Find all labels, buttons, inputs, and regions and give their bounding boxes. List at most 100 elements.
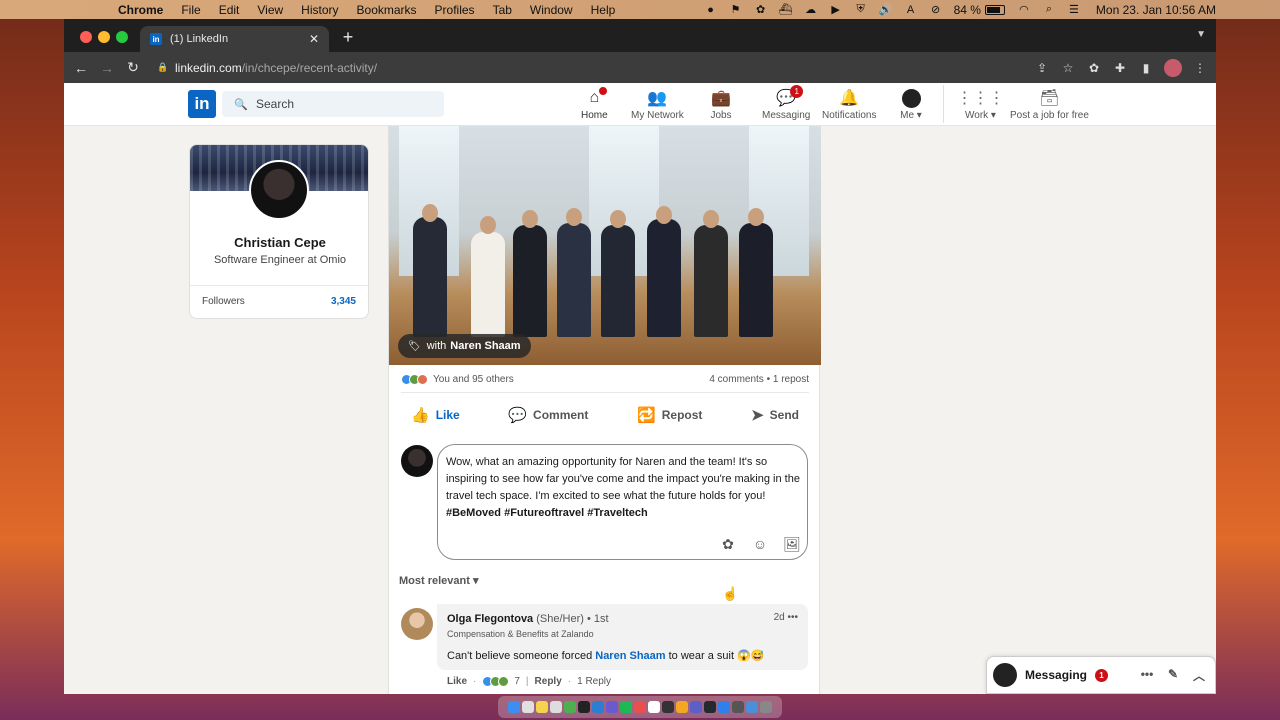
menu-bookmarks[interactable]: Bookmarks [357, 3, 417, 17]
spotify-icon[interactable] [620, 701, 632, 713]
nav-me[interactable]: Me ▾ [900, 88, 922, 121]
image-icon[interactable]: 🖼 [783, 535, 801, 553]
comment-text[interactable]: Wow, what an amazing opportunity for Nar… [446, 454, 802, 522]
sort-dropdown[interactable]: Most relevant ▾ [399, 574, 479, 587]
notion-icon[interactable] [648, 701, 660, 713]
trash-icon[interactable] [760, 701, 772, 713]
nav-my-network[interactable]: 👥 My Network [631, 88, 684, 121]
chrome-icon[interactable] [564, 701, 576, 713]
preview-icon[interactable] [676, 701, 688, 713]
nav-post-job[interactable]: 🗃 Post a job for free [1010, 88, 1089, 121]
comment-reply-count[interactable]: 1 Reply [577, 676, 611, 687]
spotlight-search-icon[interactable]: ⌕ [1042, 3, 1056, 16]
forward-button[interactable]: → [99, 60, 115, 76]
close-window-button[interactable] [80, 31, 92, 43]
chatgpt-app-icon[interactable] [662, 701, 674, 713]
menu-app-name[interactable]: Chrome [118, 3, 163, 17]
profile-avatar[interactable] [249, 160, 309, 220]
nav-messaging[interactable]: 💬 1 Messaging [762, 85, 810, 121]
send-button[interactable]: ➤ Send [741, 406, 809, 424]
new-tab-button[interactable]: + [340, 27, 356, 48]
profile-name[interactable]: Christian Cepe [190, 235, 368, 250]
notes-icon[interactable] [536, 701, 548, 713]
post-photo[interactable]: 🏷 with Naren Shaam [389, 126, 821, 365]
volume-icon[interactable]: 🔊 [879, 4, 893, 16]
share-icon[interactable]: ⇪ [1034, 61, 1050, 75]
reload-button[interactable]: ↻ [125, 59, 141, 76]
minimize-window-button[interactable] [98, 31, 110, 43]
downloads-icon[interactable] [746, 701, 758, 713]
reply-mention[interactable]: Naren Shaam [595, 650, 665, 662]
comment-reply-button[interactable]: Reply [535, 676, 562, 687]
zoom-window-button[interactable] [116, 31, 128, 43]
ai-assist-icon[interactable]: ✿ [719, 535, 737, 553]
finder-icon[interactable] [508, 701, 520, 713]
address-bar[interactable]: 🔒 linkedin.com /in/chcepe/recent-activit… [155, 55, 1095, 80]
chatgpt-extension-icon[interactable]: ✿ [1086, 61, 1102, 75]
close-tab-icon[interactable]: ✕ [307, 32, 321, 46]
chrome-menu-icon[interactable]: ⋮ [1192, 61, 1208, 75]
more-icon[interactable]: ••• [1139, 667, 1155, 684]
browser-profile-avatar[interactable] [1164, 58, 1182, 77]
followers-label[interactable]: Followers [202, 296, 245, 307]
vscode-icon[interactable] [718, 701, 730, 713]
menu-clock[interactable]: Mon 23. Jan 10:56 AM [1096, 3, 1216, 17]
comments-reposts-count[interactable]: 4 comments • 1 repost [709, 374, 809, 385]
extensions-puzzle-icon[interactable]: ✚ [1112, 61, 1128, 75]
play-icon[interactable]: ▶ [829, 4, 843, 16]
reactors-text[interactable]: You and 95 others [433, 374, 514, 385]
lock-icon[interactable]: 🔒 [157, 62, 169, 73]
back-button[interactable]: ← [73, 60, 89, 76]
control-center-icon[interactable]: ☰ [1067, 4, 1081, 16]
like-button[interactable]: 👍 Like [401, 406, 470, 424]
tab-search-chevron-icon[interactable]: ▼ [1196, 29, 1206, 40]
reply-author[interactable]: Olga Flegontova (She/Her) • 1st [447, 613, 609, 625]
comment-reaction-count[interactable]: 7 [514, 676, 520, 687]
battery-icon[interactable] [984, 4, 1005, 15]
terminal-icon[interactable] [578, 701, 590, 713]
tagged-person-pill[interactable]: 🏷 with Naren Shaam [398, 334, 531, 358]
menu-tab[interactable]: Tab [493, 3, 512, 17]
nav-home[interactable]: ⌂ Home [581, 87, 608, 121]
menu-history[interactable]: History [301, 3, 338, 17]
menu-profiles[interactable]: Profiles [435, 3, 475, 17]
docker-icon[interactable]: ⛴ [779, 4, 793, 16]
bookmark-star-icon[interactable]: ☆ [1060, 61, 1076, 75]
github-icon[interactable] [704, 701, 716, 713]
settings-icon[interactable] [732, 701, 744, 713]
messaging-widget[interactable]: Messaging 1 ••• ✎ ︿ [986, 656, 1216, 694]
flag-icon[interactable]: ⚑ [729, 4, 743, 16]
menu-view[interactable]: View [257, 3, 283, 17]
cloud-icon[interactable]: ☁ [804, 4, 818, 16]
nav-work[interactable]: ⋮⋮⋮ Work ▾ [956, 88, 1004, 121]
teams-icon[interactable] [690, 701, 702, 713]
tab-linkedin[interactable]: in (1) LinkedIn ✕ [140, 26, 329, 52]
chevron-up-icon[interactable]: ︿ [1191, 667, 1207, 684]
launchpad-icon[interactable] [522, 701, 534, 713]
comment-button[interactable]: 💬 Comment [498, 406, 598, 424]
followers-count[interactable]: 3,345 [331, 296, 356, 307]
menu-edit[interactable]: Edit [219, 3, 240, 17]
calendar-icon[interactable] [550, 701, 562, 713]
reply-author-avatar[interactable] [401, 608, 433, 640]
side-panel-icon[interactable]: ▮ [1138, 61, 1154, 75]
reactions-icons[interactable] [401, 373, 428, 385]
emoji-icon[interactable]: ☺ [751, 535, 769, 553]
menu-file[interactable]: File [181, 3, 200, 17]
wifi-icon[interactable]: ◠ [1017, 4, 1031, 16]
mic-off-icon[interactable]: ⊘ [929, 4, 943, 16]
chatgpt-icon[interactable]: ✿ [754, 4, 768, 16]
menu-window[interactable]: Window [530, 3, 573, 17]
shield-icon[interactable]: ⛨ [854, 3, 868, 16]
comment-input[interactable]: Wow, what an amazing opportunity for Nar… [437, 444, 808, 560]
nav-notifications[interactable]: 🔔 Notifications [822, 88, 876, 121]
linkedin-logo[interactable]: in [188, 90, 216, 118]
keyboard-input-icon[interactable]: A [904, 4, 918, 16]
menu-help[interactable]: Help [591, 3, 616, 17]
record-icon[interactable]: ● [704, 4, 718, 16]
comment-reactions-icons[interactable] [482, 676, 510, 687]
comment-like-button[interactable]: Like [447, 676, 467, 687]
more-options-icon[interactable]: ••• [787, 612, 798, 623]
repost-button[interactable]: 🔁 Repost [627, 406, 712, 424]
commenter-avatar[interactable] [401, 445, 433, 477]
